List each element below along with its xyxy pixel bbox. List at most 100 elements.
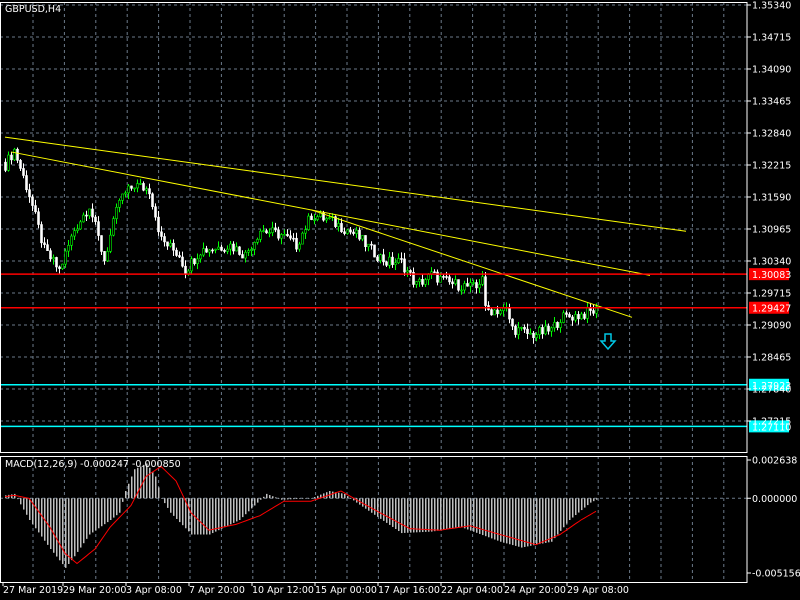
time-label: 29 Apr 08:00: [567, 585, 629, 596]
macd-histogram-bar: [260, 498, 262, 500]
candle-bear: [85, 214, 88, 217]
macd-histogram-bar: [47, 498, 49, 545]
macd-histogram-bar: [74, 498, 76, 557]
macd-histogram-bar: [125, 491, 127, 499]
macd-histogram-bar: [155, 476, 157, 499]
macd-histogram-bar: [233, 498, 235, 523]
macd-histogram-bar: [386, 498, 388, 523]
macd-histogram-bar: [257, 498, 259, 503]
candle-bear: [421, 279, 424, 285]
trading-chart[interactable]: 1.300831.294271.279231.27110 0.0026380.0…: [0, 0, 800, 600]
price-tick-label: 1.27215: [752, 417, 791, 428]
candle-bear: [370, 243, 373, 246]
candle-bear: [130, 185, 133, 189]
macd-histogram-bar: [302, 498, 304, 499]
macd-histogram-bar: [80, 498, 82, 548]
candle-bull: [121, 193, 124, 201]
candle-bull: [229, 243, 232, 250]
candle-bull: [88, 208, 91, 217]
macd-histogram-bar: [23, 498, 25, 510]
candle-bull: [559, 322, 562, 328]
macd-histogram-bar: [38, 498, 40, 533]
macd-histogram-bar: [272, 496, 274, 499]
macd-histogram-bar: [230, 498, 232, 525]
candle-bull: [262, 230, 265, 232]
candle-bull: [118, 200, 121, 208]
candle-bear: [19, 160, 22, 169]
macd-histogram-bar: [197, 498, 199, 535]
macd-histogram-bar: [446, 498, 448, 530]
candle-bear: [49, 250, 52, 260]
candle-bear: [46, 244, 49, 251]
candle-bear: [376, 256, 379, 261]
macd-histogram-bar: [389, 498, 391, 525]
macd-histogram-bar: [566, 498, 568, 524]
macd-histogram-bar: [77, 498, 79, 552]
candle-bear: [511, 318, 514, 327]
macd-histogram-bar: [551, 498, 553, 542]
candle-bear: [340, 223, 343, 233]
macd-histogram-bar: [530, 498, 532, 546]
macd-histogram-bar: [416, 498, 418, 533]
candle-bull: [127, 185, 130, 194]
candle-bear: [142, 183, 145, 191]
candle-bull: [283, 233, 286, 236]
candle-bear: [238, 246, 241, 255]
candle-bear: [508, 307, 511, 320]
macd-histogram-bar: [170, 498, 172, 513]
macd-histogram-bar: [86, 498, 88, 539]
candle-bull: [439, 276, 442, 283]
macd-histogram-bar: [290, 498, 292, 500]
candle-bear: [193, 258, 196, 264]
macd-histogram-bar: [17, 498, 19, 500]
candle-bear: [91, 208, 94, 218]
candle-bull: [307, 215, 310, 230]
macd-histogram-bar: [581, 498, 583, 511]
candle-bear: [178, 255, 181, 258]
macd-histogram-bar: [533, 498, 535, 546]
candle-bear: [451, 281, 454, 285]
candle-bull: [574, 314, 577, 321]
candle-bear: [583, 313, 586, 319]
macd-histogram-bar: [572, 498, 574, 518]
macd-label: MACD(12,26,9) -0.000247 -0.000850: [5, 459, 181, 470]
candle-bull: [406, 270, 409, 273]
macd-histogram-bar: [455, 498, 457, 529]
candle-bull: [247, 250, 250, 253]
candle-bull: [580, 313, 583, 320]
candle-bull: [298, 243, 301, 250]
macd-histogram-bar: [65, 498, 67, 568]
macd-histogram-bar: [29, 498, 31, 521]
macd-histogram-bar: [221, 498, 223, 529]
candle-bear: [4, 161, 7, 171]
candle-bear: [475, 282, 478, 289]
grid: [0, 2, 747, 582]
macd-histogram-bar: [209, 498, 211, 535]
candle-bear: [157, 216, 160, 233]
candle-bear: [163, 236, 166, 243]
arrow-down-icon: [599, 333, 617, 351]
macd-histogram-bar: [392, 498, 394, 527]
candle-bear: [265, 230, 268, 234]
candle-bear: [541, 327, 544, 335]
candle-bull: [67, 245, 70, 252]
macd-histogram-bar: [398, 498, 400, 532]
macd-histogram-bar: [110, 498, 112, 521]
time-label: 22 Apr 04:00: [441, 585, 503, 596]
candle-bull: [73, 230, 76, 237]
macd-histogram-bar: [89, 498, 91, 535]
candle-bull: [136, 183, 139, 189]
macd-histogram-bar: [401, 498, 403, 534]
candle-bear: [547, 325, 550, 332]
macd-histogram-bar: [254, 498, 256, 506]
candle-bull: [7, 154, 10, 171]
macd-histogram-bar: [350, 498, 352, 499]
candle-bull: [70, 235, 73, 246]
candle-bear: [172, 242, 175, 251]
macd-histogram-bar: [419, 498, 421, 533]
candle-bull: [250, 249, 253, 251]
candle-bear: [184, 265, 187, 275]
macd-histogram-bar: [458, 498, 460, 528]
macd-histogram-bar: [218, 498, 220, 531]
candle-bear: [37, 211, 40, 225]
